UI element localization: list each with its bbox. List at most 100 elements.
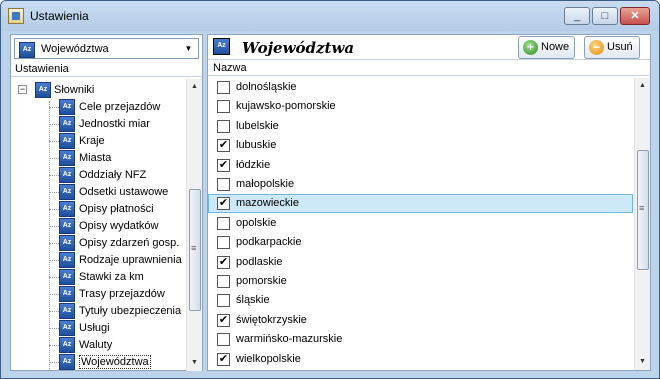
row-checkbox[interactable] bbox=[217, 81, 230, 94]
tree-item[interactable]: Az Odsetki ustawowe bbox=[49, 184, 186, 201]
collapse-icon[interactable]: − bbox=[18, 85, 27, 94]
list-row[interactable]: pomorskie bbox=[208, 272, 633, 291]
list-scrollbar[interactable]: ▲ ▼ bbox=[634, 78, 650, 370]
tree-item[interactable]: Az Waluty bbox=[49, 337, 186, 354]
tree-connector bbox=[49, 345, 59, 346]
tree-item[interactable]: Az Opisy zdarzeń gosp. bbox=[49, 235, 186, 252]
tree-scrollbar[interactable]: ▲ ▼ bbox=[186, 79, 202, 371]
az-dictionary-icon: Az bbox=[59, 133, 75, 149]
az-dictionary-icon: Az bbox=[59, 320, 75, 336]
list-row[interactable]: ✔ mazowieckie bbox=[208, 194, 633, 214]
panel-label: Ustawienia bbox=[11, 62, 202, 77]
az-dictionary-icon: Az bbox=[59, 167, 75, 183]
tree-item[interactable]: Az Oddziały NFZ bbox=[49, 167, 186, 184]
scroll-down-icon[interactable]: ▼ bbox=[187, 355, 202, 371]
list-row[interactable]: opolskie bbox=[208, 214, 633, 233]
tree-item[interactable]: Az Opisy wydatków bbox=[49, 218, 186, 235]
tree-connector bbox=[49, 260, 59, 261]
list-row[interactable]: ✔ podlaskie bbox=[208, 253, 633, 272]
tree-connector bbox=[49, 311, 59, 312]
settings-window: Ustawienia _ □ ✕ Az Województwa ▼ Ustawi… bbox=[0, 0, 660, 379]
delete-button[interactable]: − Usuń bbox=[584, 36, 640, 59]
tree-item-label: Odsetki ustawowe bbox=[79, 186, 169, 198]
az-dictionary-icon: Az bbox=[59, 235, 75, 251]
az-dictionary-icon: Az bbox=[59, 354, 75, 370]
maximize-button[interactable]: □ bbox=[592, 7, 618, 25]
list-row[interactable]: ✔ wielkopolskie bbox=[208, 350, 633, 369]
row-checkbox[interactable]: ✔ bbox=[217, 313, 230, 327]
tree-connector bbox=[49, 192, 59, 193]
tree-item-label: Stawki za km bbox=[79, 271, 144, 283]
chevron-down-icon[interactable]: ▼ bbox=[181, 41, 196, 56]
tree-item[interactable]: Az Kraje bbox=[49, 133, 186, 150]
az-dictionary-icon: Az bbox=[59, 184, 75, 200]
tree-item[interactable]: Az Stawki za km bbox=[49, 269, 186, 286]
row-name: dolnośląskie bbox=[236, 81, 297, 93]
tree-item[interactable]: Az Tytuły ubezpieczenia bbox=[49, 303, 186, 320]
tree-item[interactable]: Az Trasy przejazdów bbox=[49, 286, 186, 303]
minimize-button[interactable]: _ bbox=[564, 7, 590, 25]
list-row[interactable]: ✔ lubuskie bbox=[208, 136, 633, 155]
tree-connector bbox=[49, 107, 59, 108]
list-row[interactable]: lubelskie bbox=[208, 117, 633, 136]
row-checkbox[interactable] bbox=[217, 100, 230, 114]
tree-item[interactable]: Az Usługi bbox=[49, 320, 186, 337]
tree-item-label: Oddziały NFZ bbox=[79, 169, 147, 181]
list-row[interactable]: kujawsko-pomorskie bbox=[208, 97, 633, 116]
row-name: kujawsko-pomorskie bbox=[236, 100, 336, 113]
tree-item-label: Waluty bbox=[79, 339, 113, 351]
new-button[interactable]: + Nowe bbox=[518, 36, 575, 59]
row-checkbox[interactable] bbox=[217, 216, 230, 230]
list-row[interactable]: podkarpackie bbox=[208, 233, 633, 252]
tree-item[interactable]: Az Województwa bbox=[49, 354, 186, 371]
tree-item[interactable]: Az Cele przejazdów bbox=[49, 99, 186, 116]
scroll-thumb[interactable] bbox=[637, 150, 649, 270]
tree-item-label: Opisy płatności bbox=[79, 203, 154, 215]
row-checkbox[interactable]: ✔ bbox=[217, 255, 230, 269]
scroll-down-icon[interactable]: ▼ bbox=[635, 354, 650, 370]
az-dictionary-icon: Az bbox=[59, 218, 75, 234]
title-bar[interactable]: Ustawienia _ □ ✕ bbox=[1, 1, 659, 31]
row-checkbox[interactable] bbox=[217, 236, 230, 250]
row-checkbox[interactable] bbox=[217, 275, 230, 288]
row-checkbox[interactable]: ✔ bbox=[217, 158, 230, 172]
row-checkbox[interactable] bbox=[217, 294, 230, 308]
list-row[interactable]: warmińsko-mazurskie bbox=[208, 330, 633, 349]
tree-connector bbox=[49, 158, 59, 159]
tree-item[interactable]: Az Opisy płatności bbox=[49, 201, 186, 218]
settings-tree-panel: Az Województwa ▼ Ustawienia − Az Słownik… bbox=[10, 34, 203, 371]
row-name: łódzkie bbox=[236, 158, 271, 171]
column-header-nazwa[interactable]: Nazwa bbox=[208, 61, 650, 76]
scroll-thumb[interactable] bbox=[189, 189, 201, 311]
tree-item[interactable]: Az Rodzaje uprawnienia bbox=[49, 252, 186, 269]
row-name: opolskie bbox=[236, 216, 277, 229]
tree-item[interactable]: Az Miasta bbox=[49, 150, 186, 167]
row-name: wielkopolskie bbox=[236, 352, 301, 365]
row-name: lubelskie bbox=[236, 119, 279, 132]
row-checkbox[interactable]: ✔ bbox=[217, 139, 230, 153]
row-checkbox[interactable]: ✔ bbox=[217, 197, 230, 211]
list-row[interactable]: śląskie bbox=[208, 291, 633, 310]
row-name: małopolskie bbox=[236, 178, 295, 190]
panel-header: Az Województwa + Nowe − Usuń bbox=[208, 35, 650, 60]
settings-app-icon bbox=[8, 8, 24, 24]
scroll-up-icon[interactable]: ▲ bbox=[187, 79, 202, 95]
row-checkbox[interactable]: ✔ bbox=[217, 352, 230, 366]
tree-item[interactable]: Az Jednostki miar bbox=[49, 116, 186, 133]
tree-item-label: Opisy zdarzeń gosp. bbox=[79, 237, 180, 249]
scroll-up-icon[interactable]: ▲ bbox=[635, 78, 650, 94]
row-checkbox[interactable] bbox=[217, 333, 230, 347]
tree-item-label: Opisy wydatków bbox=[79, 220, 159, 232]
list-row[interactable]: ✔ świętokrzyskie bbox=[208, 311, 633, 330]
row-checkbox[interactable] bbox=[217, 178, 230, 191]
new-button-label: Nowe bbox=[541, 41, 570, 53]
dictionary-combo[interactable]: Az Województwa ▼ bbox=[14, 38, 199, 59]
list-row[interactable]: małopolskie bbox=[208, 175, 633, 194]
close-button[interactable]: ✕ bbox=[620, 7, 650, 25]
list-row[interactable]: ✔ łódzkie bbox=[208, 156, 633, 175]
row-checkbox[interactable] bbox=[217, 119, 230, 133]
list-row[interactable]: dolnośląskie bbox=[208, 78, 633, 97]
plus-circle-icon: + bbox=[523, 40, 538, 55]
az-dictionary-icon: Az bbox=[59, 201, 75, 217]
tree-connector bbox=[49, 141, 59, 142]
